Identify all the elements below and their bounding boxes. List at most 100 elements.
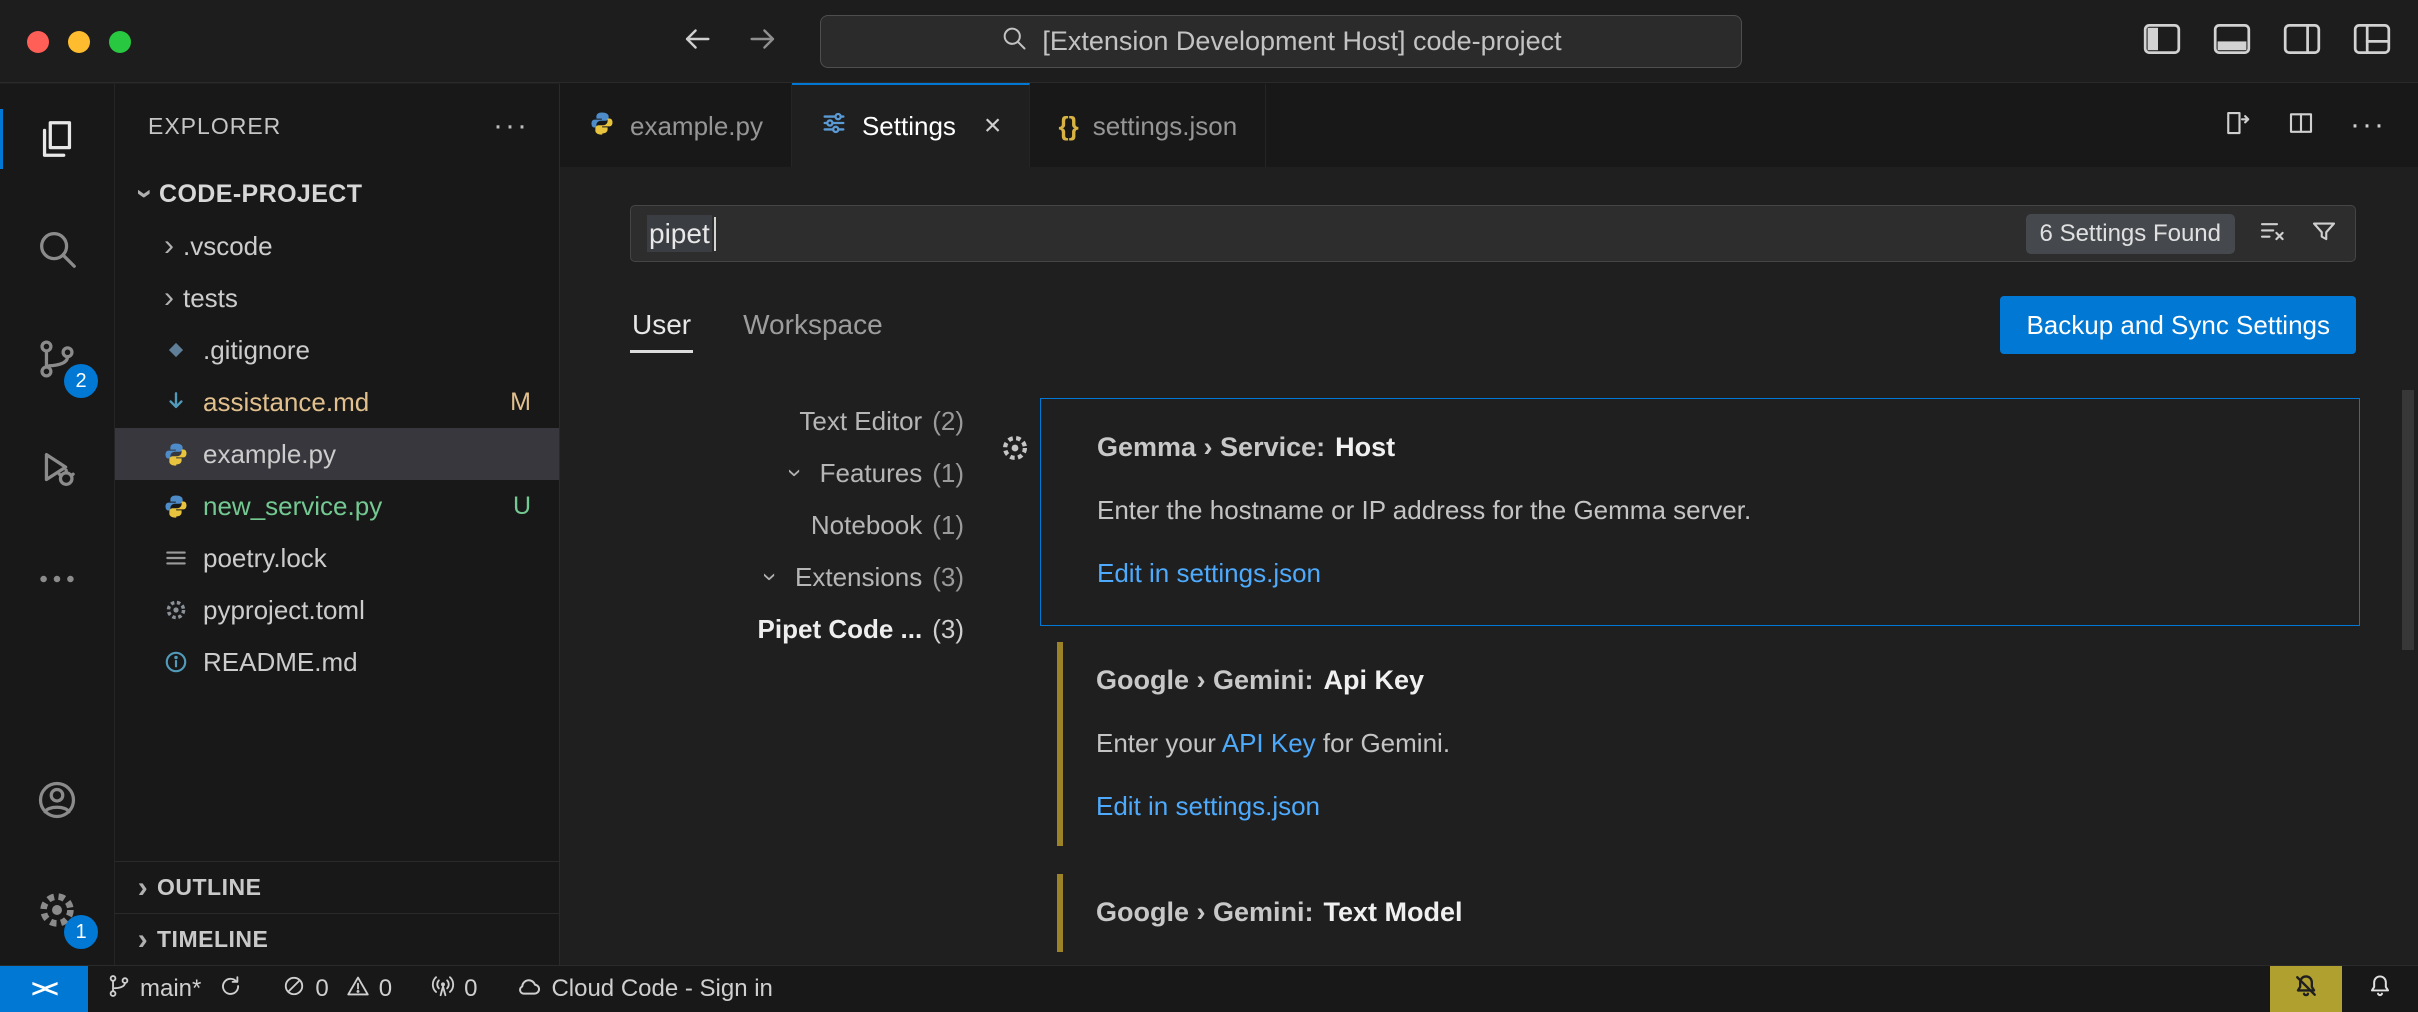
tab-actions: ··· <box>2222 83 2418 167</box>
editor-scrollbar[interactable] <box>2402 390 2414 650</box>
edit-in-settings-json-link[interactable]: Edit in settings.json <box>1097 557 1321 589</box>
cloud-code-item[interactable]: Cloud Code - Sign in <box>515 972 772 1007</box>
api-key-link[interactable]: API Key <box>1222 728 1316 758</box>
toggle-secondary-sidebar-icon[interactable] <box>2282 23 2322 60</box>
status-bar: >< main* 0 <box>0 965 2418 1012</box>
config-gear-icon <box>161 595 191 625</box>
chevron-right-icon: › <box>129 873 157 903</box>
git-branch-item[interactable]: main* <box>106 973 201 1006</box>
chevron-down-icon: › <box>130 180 160 208</box>
traffic-lights <box>27 31 131 53</box>
toc-item-extensions[interactable]: › Extensions (3) <box>630 551 970 603</box>
settings-search-input[interactable]: pipet 6 Settings Found <box>630 205 2356 262</box>
zoom-window-button[interactable] <box>109 31 131 53</box>
scope-tab-user[interactable]: User <box>630 297 693 353</box>
toggle-panel-icon[interactable] <box>2212 23 2252 60</box>
errors-item[interactable]: 0 <box>281 973 328 1006</box>
setting-gear-icon[interactable] <box>998 431 1032 470</box>
explorer-title: EXPLORER <box>148 113 281 140</box>
broadcast-item[interactable]: 0 <box>430 973 477 1006</box>
notifications-item[interactable] <box>2342 972 2418 1007</box>
tree-item-new-service-py[interactable]: new_service.py U <box>115 480 559 532</box>
search-controls: 6 Settings Found <box>2026 214 2339 254</box>
manage-badge: 1 <box>64 915 98 949</box>
toc-item-notebook[interactable]: Notebook (1) <box>630 499 970 551</box>
editor-area: example.py Settings × {} settings.json <box>560 83 2418 965</box>
toc-item-pipet-code[interactable]: Pipet Code ... (3) <box>630 603 970 655</box>
scope-tab-workspace[interactable]: Workspace <box>741 297 885 353</box>
explorer-sidebar: EXPLORER ··· › CODE-PROJECT › .vscode › … <box>115 84 560 965</box>
settings-sliders-icon <box>820 109 848 144</box>
tree-item-pyproject-toml[interactable]: pyproject.toml <box>115 584 559 636</box>
setting-google-gemini-text-model[interactable]: Google › Gemini: Text Model <box>1040 864 2360 964</box>
vscode-window: [Extension Development Host] code-projec… <box>0 0 2418 1012</box>
tab-settings[interactable]: Settings × <box>792 83 1030 167</box>
toc-item-text-editor[interactable]: Text Editor (2) <box>630 395 970 447</box>
toc-item-features[interactable]: › Features (1) <box>630 447 970 499</box>
warnings-item[interactable]: 0 <box>345 973 392 1006</box>
sync-icon <box>217 973 243 1006</box>
forward-icon[interactable] <box>746 22 780 61</box>
git-status-badge: M <box>510 388 531 417</box>
setting-description: Enter your API Key for Gemini. <box>1096 727 2330 759</box>
close-window-button[interactable] <box>27 31 49 53</box>
git-status-badge: U <box>513 492 531 521</box>
sync-changes-item[interactable] <box>217 973 243 1006</box>
markdown-file-icon <box>161 387 191 417</box>
manage-gear-icon[interactable]: 1 <box>0 855 114 965</box>
tree-item-gitignore[interactable]: .gitignore <box>115 324 559 376</box>
close-icon[interactable]: × <box>984 109 1002 143</box>
setting-description: Enter the hostname or IP address for the… <box>1097 494 2329 526</box>
open-changes-icon[interactable] <box>2222 108 2252 143</box>
info-file-icon <box>161 647 191 677</box>
backup-sync-settings-button[interactable]: Backup and Sync Settings <box>2000 296 2356 354</box>
command-center-search[interactable]: [Extension Development Host] code-projec… <box>820 15 1742 68</box>
edit-in-settings-json-link[interactable]: Edit in settings.json <box>1096 790 1320 822</box>
run-debug-icon[interactable] <box>0 414 114 524</box>
file-tree: › CODE-PROJECT › .vscode › tests .gitign… <box>115 168 559 688</box>
setting-gemma-service-host[interactable]: Gemma › Service: Host Enter the hostname… <box>1040 398 2360 626</box>
tree-item-assistance-md[interactable]: assistance.md M <box>115 376 559 428</box>
setting-title: Gemma › Service: Host <box>1097 431 2329 463</box>
explorer-header: EXPLORER ··· <box>115 84 559 168</box>
customize-layout-icon[interactable] <box>2352 23 2392 60</box>
tab-example-py[interactable]: example.py <box>560 83 792 167</box>
chevron-down-icon: › <box>783 459 809 487</box>
more-views-icon[interactable] <box>0 524 114 634</box>
settings-scope-row: User Workspace Backup and Sync Settings <box>630 294 2356 356</box>
tree-item-vscode[interactable]: › .vscode <box>115 220 559 272</box>
filter-icon[interactable] <box>2309 216 2339 251</box>
toggle-primary-sidebar-icon[interactable] <box>2142 23 2182 60</box>
lock-file-icon <box>161 543 191 573</box>
layout-controls <box>2142 0 2392 83</box>
tree-item-poetry-lock[interactable]: poetry.lock <box>115 532 559 584</box>
explorer-more-actions-icon[interactable]: ··· <box>493 109 529 143</box>
split-editor-icon[interactable] <box>2286 108 2316 143</box>
editor-tab-bar: example.py Settings × {} settings.json <box>560 83 2418 167</box>
setting-google-gemini-api-key[interactable]: Google › Gemini: Api Key Enter your API … <box>1040 632 2360 858</box>
tree-item-tests[interactable]: › tests <box>115 272 559 324</box>
back-icon[interactable] <box>680 22 714 61</box>
clear-search-filters-icon[interactable] <box>2257 216 2287 251</box>
tree-item-example-py[interactable]: example.py <box>115 428 559 480</box>
explorer-icon[interactable] <box>0 84 114 194</box>
timeline-section-header[interactable]: › TIMELINE <box>115 913 559 965</box>
tree-root-code-project[interactable]: › CODE-PROJECT <box>115 168 559 220</box>
settings-search-value: pipet <box>647 218 712 250</box>
minimize-window-button[interactable] <box>68 31 90 53</box>
setting-title: Google › Gemini: Text Model <box>1096 896 2330 928</box>
warning-icon <box>345 973 371 1006</box>
source-control-icon[interactable]: 2 <box>0 304 114 414</box>
editor-more-actions-icon[interactable]: ··· <box>2350 108 2386 142</box>
search-sidebar-icon[interactable] <box>0 194 114 304</box>
remote-indicator[interactable]: >< <box>0 966 88 1012</box>
titlebar: [Extension Development Host] code-projec… <box>0 0 2418 83</box>
branch-icon <box>106 973 132 1006</box>
accounts-icon[interactable] <box>0 745 114 855</box>
chevron-right-icon: › <box>155 231 183 261</box>
tab-settings-json[interactable]: {} settings.json <box>1030 83 1266 167</box>
tree-item-readme-md[interactable]: README.md <box>115 636 559 688</box>
outline-section-header[interactable]: › OUTLINE <box>115 861 559 913</box>
setting-title: Google › Gemini: Api Key <box>1096 664 2330 696</box>
notifications-muted-item[interactable] <box>2270 966 2342 1012</box>
